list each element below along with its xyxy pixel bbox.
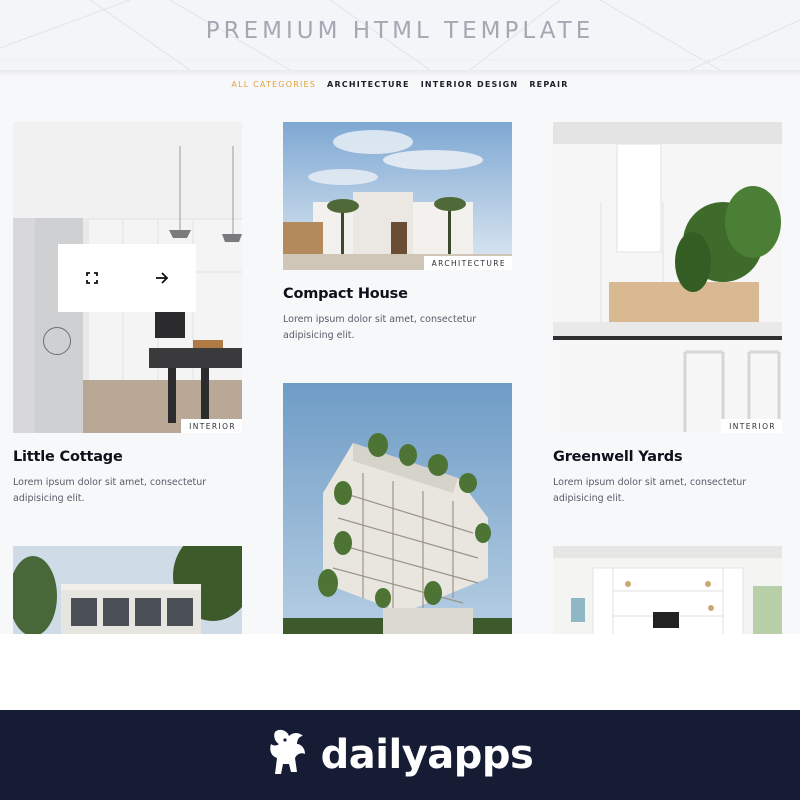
card-description: Lorem ipsum dolor sit amet, consectetur …	[553, 477, 747, 504]
portfolio-grid: ALL CATEGORIES ARCHITECTURE INTERIOR DES…	[0, 70, 800, 634]
arrow-right-icon[interactable]	[154, 270, 170, 286]
portfolio-card-modern-house[interactable]	[13, 546, 243, 634]
brand-logo-cropped	[310, 0, 490, 4]
card-description: Lorem ipsum dolor sit amet, consectetur …	[283, 314, 477, 341]
filter-all-categories[interactable]: ALL CATEGORIES	[231, 80, 316, 89]
portfolio-card-compact-house[interactable]: ARCHITECTURE Compact House Lorem ipsum d…	[283, 122, 513, 362]
portfolio-card-green-tower[interactable]	[283, 383, 513, 634]
category-filter: ALL CATEGORIES ARCHITECTURE INTERIOR DES…	[0, 80, 800, 89]
card-category-tag: INTERIOR	[721, 419, 782, 433]
card-image-white-interior[interactable]	[553, 546, 782, 634]
brand-name: dailyapps	[320, 732, 534, 778]
card-description: Lorem ipsum dolor sit amet, consectetur …	[13, 477, 207, 504]
card-title[interactable]: Compact House	[283, 286, 408, 302]
filter-repair[interactable]: REPAIR	[529, 80, 568, 89]
filter-interior-design[interactable]: INTERIOR DESIGN	[421, 80, 519, 89]
portfolio-card-greenwell-yards[interactable]: INTERIOR Greenwell Yards Lorem ipsum dol…	[553, 122, 783, 522]
card-hover-overlay	[58, 244, 196, 312]
card-image-green-tower[interactable]	[283, 383, 512, 634]
filter-architecture[interactable]: ARCHITECTURE	[327, 80, 410, 89]
card-category-tag: INTERIOR	[181, 419, 242, 433]
card-title[interactable]: Greenwell Yards	[553, 449, 683, 465]
card-category-tag: ARCHITECTURE	[423, 256, 512, 270]
portfolio-card-white-interior[interactable]	[553, 546, 783, 634]
card-image-architecture-house[interactable]: ARCHITECTURE	[283, 122, 512, 270]
expand-icon[interactable]	[84, 270, 100, 286]
card-image-interior-kitchen-plant[interactable]: INTERIOR	[553, 122, 782, 433]
cursor-indicator	[43, 327, 71, 355]
card-image-modern-house[interactable]	[13, 546, 242, 634]
portfolio-card-little-cottage[interactable]: INTERIOR Little Cottage Lorem ipsum dolo…	[13, 122, 243, 522]
dailyapps-banner: dailyapps	[0, 710, 800, 800]
page-header: PREMIUM HTML TEMPLATE	[0, 0, 800, 70]
page-subtitle: PREMIUM HTML TEMPLATE	[205, 18, 595, 44]
card-title[interactable]: Little Cottage	[13, 449, 123, 465]
griffin-logo-icon	[267, 728, 311, 783]
